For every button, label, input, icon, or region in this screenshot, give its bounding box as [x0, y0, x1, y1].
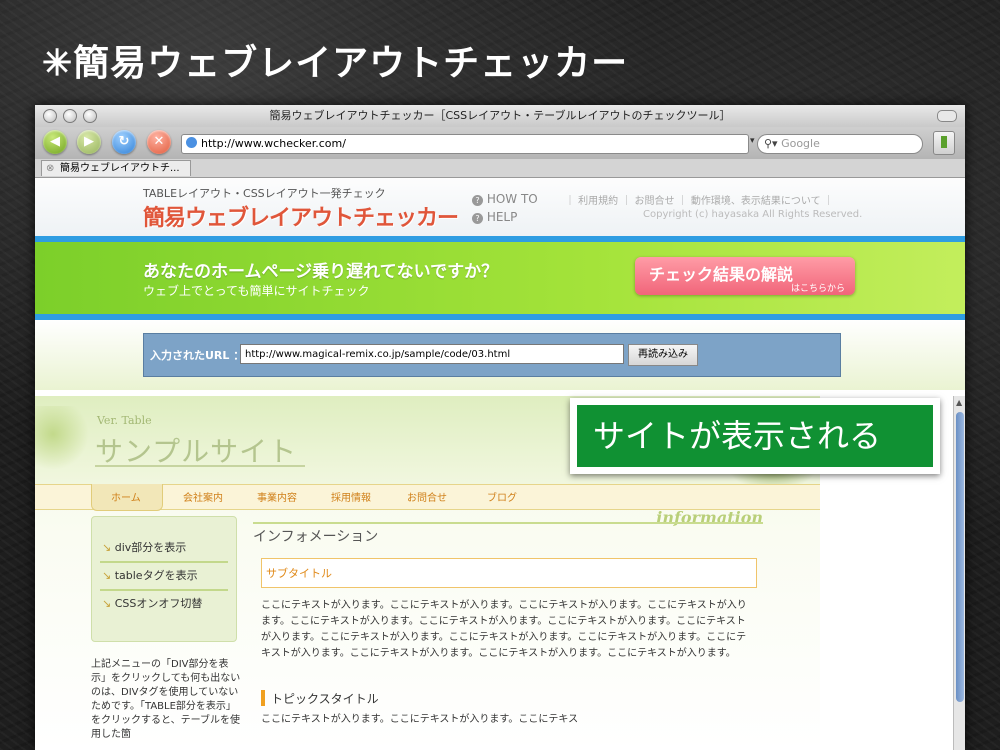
info-underline	[253, 522, 763, 524]
window-titlebar: 簡易ウェブレイアウトチェッカー［CSSレイアウト・テーブルレイアウトのチェックツ…	[35, 105, 965, 127]
menu-item-recruit[interactable]: 採用情報	[331, 489, 371, 504]
promo-banner: あなたのホームページ乗り遅れてないですか？ ウェブ上でとっても簡単にサイトチェッ…	[35, 242, 965, 314]
howto-link[interactable]: ? HOW TO	[472, 192, 538, 206]
info-heading: インフォメーション	[253, 529, 379, 545]
reload-url-button[interactable]: 再読み込み	[628, 344, 698, 366]
sample-side-menu: ↘ div部分を表示 ↘ tableタグを表示 ↘ CSSオンオフ切替	[91, 516, 237, 642]
tab-label: 簡易ウェブレイアウトチ...	[60, 163, 180, 174]
menu-item-blog[interactable]: ブログ	[487, 489, 517, 504]
explanation-button-sublabel: はこちらから	[790, 284, 845, 294]
side-item-div[interactable]: ↘ div部分を表示	[102, 539, 186, 555]
bookmark-button[interactable]	[933, 131, 955, 155]
side-note: 上記メニューの「DIV部分を表示」をクリックしても何も出ないのは、DIVタグを使…	[91, 658, 241, 742]
callout-box: サイトが表示される	[570, 398, 940, 474]
topic-marker	[261, 690, 265, 706]
tab-current[interactable]: ⊗ 簡易ウェブレイアウトチ...	[41, 160, 191, 176]
back-button[interactable]: ◀	[43, 130, 67, 154]
question-icon: ?	[472, 213, 483, 224]
callout-text: サイトが表示される	[577, 405, 933, 467]
url-form: 入力されたURL ： http://www.magical-remix.co.j…	[143, 333, 841, 377]
site-nav[interactable]: ｜ 利用規約 ｜ お問合せ ｜ 動作環境、表示結果について ｜	[565, 192, 834, 207]
vertical-scrollbar[interactable]: ▲	[953, 396, 965, 750]
side-item-label: tableタグを表示	[114, 569, 198, 582]
url-label: 入力されたURL ：	[150, 349, 245, 362]
question-icon: ?	[472, 195, 483, 206]
explanation-button-label: チェック結果の解説	[649, 265, 794, 284]
search-placeholder: Google	[781, 137, 820, 150]
scroll-up-arrow-icon[interactable]: ▲	[956, 398, 962, 407]
side-item-table[interactable]: ↘ tableタグを表示	[102, 567, 198, 583]
title-underline	[95, 465, 305, 467]
reload-button[interactable]: ↻	[112, 130, 136, 154]
sample-title: サンプルサイト	[95, 435, 298, 468]
tab-close-icon[interactable]: ⊗	[46, 161, 54, 177]
sample-version: Ver. Table	[97, 414, 152, 427]
url-form-area: 入力されたURL ： http://www.magical-remix.co.j…	[35, 320, 965, 390]
search-menu-icon[interactable]: ▾	[750, 136, 755, 146]
slide-title: ✳簡易ウェブレイアウトチェッカー	[42, 42, 629, 84]
help-link[interactable]: ? HELP	[472, 210, 517, 224]
side-note-text: 上記メニューの「DIV部分を表示」をクリックしても何も出ないのは、DIVタグを使…	[91, 659, 241, 740]
side-divider	[100, 561, 228, 563]
zoom-window-button[interactable]	[83, 109, 97, 123]
topic-text: ここにテキストが入ります。ここにテキストが入ります。ここにテキス	[261, 714, 579, 725]
site-logo[interactable]: 簡易ウェブレイアウトチェッカー	[143, 200, 459, 232]
side-item-label: CSSオンオフ切替	[114, 597, 203, 610]
body-text: ここにテキストが入ります。ここにテキストが入ります。ここにテキストが入ります。こ…	[261, 600, 747, 659]
explanation-button[interactable]: チェック結果の解説 はこちらから	[635, 257, 855, 295]
side-item-css[interactable]: ↘ CSSオンオフ切替	[102, 595, 202, 611]
side-divider	[100, 589, 228, 591]
bookmark-icon	[941, 136, 947, 148]
copyright: Copyright (c) hayasaka All Rights Reserv…	[643, 209, 863, 220]
menu-item-company[interactable]: 会社案内	[183, 489, 223, 504]
vine-decoration	[35, 406, 95, 476]
howto-label: HOW TO	[486, 192, 538, 206]
banner-headline: あなたのホームページ乗り遅れてないですか？	[143, 262, 499, 282]
help-label: HELP	[486, 210, 518, 224]
arrow-icon: ↘	[102, 541, 115, 554]
sample-menu: ホーム 会社案内 事業内容 採用情報 お問合せ ブログ	[35, 484, 820, 511]
site-tagline: TABLEレイアウト・CSSレイアウト一発チェック	[143, 187, 386, 200]
address-bar[interactable]: http://www.wchecker.com/	[181, 134, 749, 154]
search-field[interactable]: ⚲▾ Google	[757, 134, 923, 154]
scrollbar-thumb[interactable]	[956, 412, 964, 702]
site-header: TABLEレイアウト・CSSレイアウト一発チェック 簡易ウェブレイアウトチェッカ…	[35, 178, 965, 236]
subtitle: サブタイトル	[266, 567, 332, 580]
arrow-icon: ↘	[102, 597, 115, 610]
info-tag: information	[656, 508, 763, 527]
search-icon: ⚲▾	[764, 137, 778, 150]
site-favicon-icon	[186, 137, 197, 148]
arrow-icon: ↘	[102, 569, 115, 582]
browser-toolbar: ◀ ▶ ↻ ✕ http://www.wchecker.com/ ▾ ⚲▾ Go…	[35, 127, 965, 159]
url-input[interactable]: http://www.magical-remix.co.jp/sample/co…	[240, 344, 624, 364]
url-text: http://www.wchecker.com/	[201, 137, 346, 150]
url-input-value: http://www.magical-remix.co.jp/sample/co…	[245, 349, 511, 360]
forward-button[interactable]: ▶	[77, 130, 101, 154]
banner-subline: ウェブ上でとっても簡単にサイトチェック	[143, 284, 370, 298]
side-item-label: div部分を表示	[114, 541, 187, 554]
window-title: 簡易ウェブレイアウトチェッカー［CSSレイアウト・テーブルレイアウトのチェックツ…	[269, 109, 731, 122]
minimize-window-button[interactable]	[63, 109, 77, 123]
topic-title: トピックスタイトル	[271, 692, 379, 706]
menu-item-contact[interactable]: お問合せ	[407, 489, 447, 504]
menu-item-home[interactable]: ホーム	[111, 489, 141, 504]
toolbar-toggle-button[interactable]	[937, 110, 957, 122]
close-window-button[interactable]	[43, 109, 57, 123]
tab-bar: ⊗ 簡易ウェブレイアウトチ...	[35, 159, 965, 178]
menu-item-business[interactable]: 事業内容	[257, 489, 297, 504]
subtitle-box: サブタイトル	[261, 558, 757, 588]
stop-button[interactable]: ✕	[147, 130, 171, 154]
